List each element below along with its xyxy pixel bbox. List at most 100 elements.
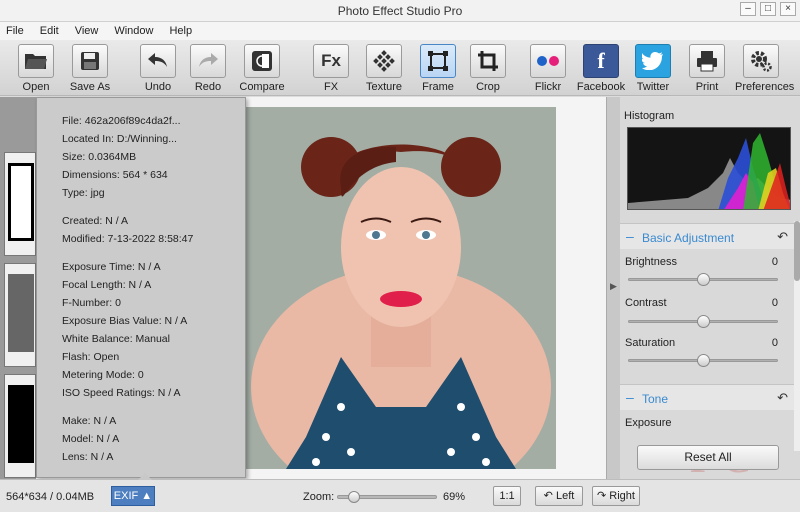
- tone-title: Tone: [642, 392, 669, 406]
- collapse-minus-icon[interactable]: –: [626, 389, 634, 405]
- exif-f-number: F-Number: 0: [62, 297, 121, 309]
- fx-icon: Fx: [321, 51, 341, 70]
- thumbnail[interactable]: [4, 152, 36, 256]
- portrait-image: [246, 107, 556, 469]
- exif-model: Model: N / A: [62, 433, 120, 445]
- redo-button[interactable]: Redo: [182, 44, 234, 93]
- window-controls: – □ ×: [740, 2, 796, 16]
- printer-icon: [697, 51, 717, 72]
- preferences-button[interactable]: Preferences: [735, 44, 794, 93]
- menu-edit[interactable]: Edit: [40, 25, 59, 37]
- exif-created: Created: N / A: [62, 215, 128, 227]
- menu-file[interactable]: File: [6, 25, 24, 37]
- texture-button[interactable]: Texture: [358, 44, 410, 93]
- rotate-left-button[interactable]: ↶ Left: [535, 486, 583, 506]
- exif-flash: Flash: Open: [62, 351, 120, 363]
- toolbar: Open Save As Undo Redo Compare Fx FX Tex…: [0, 40, 800, 96]
- exif-popup: File: 462a206f89c4da2f... Located In: D:…: [36, 97, 246, 478]
- window-title: Photo Effect Studio Pro: [337, 4, 463, 18]
- exif-file: File: 462a206f89c4da2f...: [62, 115, 181, 127]
- title-bar: Photo Effect Studio Pro – □ ×: [0, 0, 800, 22]
- folder-icon: [25, 54, 47, 69]
- actual-size-button[interactable]: 1:1: [493, 486, 521, 506]
- zoom-slider-knob[interactable]: [348, 491, 360, 503]
- slider-knob[interactable]: [697, 315, 710, 328]
- exif-white-balance: White Balance: Manual: [62, 333, 170, 345]
- fx-button[interactable]: Fx FX: [305, 44, 357, 93]
- rotate-left-icon: ↶: [543, 490, 556, 502]
- minimize-button[interactable]: –: [740, 2, 756, 16]
- exif-location: Located In: D:/Winning...: [62, 133, 177, 145]
- flickr-button[interactable]: Flickr: [522, 44, 574, 93]
- exif-exposure-time: Exposure Time: N / A: [62, 261, 161, 273]
- reset-icon[interactable]: ↶: [777, 390, 788, 406]
- basic-adjustment-title: Basic Adjustment: [642, 231, 735, 245]
- saturation-label: Saturation: [625, 337, 676, 349]
- exif-button[interactable]: EXIF ▲: [111, 486, 155, 506]
- exif-size: Size: 0.0364MB: [62, 151, 137, 163]
- twitter-icon: [642, 52, 663, 70]
- frame-icon: [428, 51, 448, 71]
- contrast-slider[interactable]: [628, 315, 778, 328]
- exif-iso: ISO Speed Ratings: N / A: [62, 387, 181, 399]
- maximize-button[interactable]: □: [760, 2, 776, 16]
- frame-button[interactable]: Frame: [412, 44, 464, 93]
- menu-window[interactable]: Window: [114, 25, 153, 37]
- collapse-minus-icon[interactable]: –: [626, 228, 634, 244]
- exif-metering-mode: Metering Mode: 0: [62, 369, 144, 381]
- save-as-button[interactable]: Save As: [64, 44, 116, 93]
- twitter-button[interactable]: Twitter: [627, 44, 679, 93]
- redo-arrow-icon: [199, 53, 218, 67]
- zoom-slider[interactable]: [337, 491, 437, 503]
- thumbnail-strip: [0, 97, 36, 479]
- arrow-right-icon: ▶: [610, 281, 617, 291]
- saturation-slider[interactable]: [628, 354, 778, 367]
- open-button[interactable]: Open: [10, 44, 62, 93]
- panel-scrollbar[interactable]: [794, 221, 800, 451]
- reset-icon[interactable]: ↶: [777, 229, 788, 245]
- exif-type: Type: jpg: [62, 187, 105, 199]
- exif-focal-length: Focal Length: N / A: [62, 279, 152, 291]
- adjustment-panel: Histogram – Basic Adjustment ↶ Brightnes…: [620, 97, 800, 479]
- exif-make: Make: N / A: [62, 415, 117, 427]
- tone-header[interactable]: – Tone ↶: [620, 384, 800, 410]
- scrollbar-thumb[interactable]: [794, 221, 800, 281]
- crop-button[interactable]: Crop: [462, 44, 514, 93]
- facebook-icon: f: [597, 48, 605, 73]
- menu-view[interactable]: View: [75, 25, 99, 37]
- exif-modified: Modified: 7-13-2022 8:58:47: [62, 233, 194, 245]
- exif-dimensions: Dimensions: 564 * 634: [62, 169, 168, 181]
- brightness-slider[interactable]: [628, 273, 778, 286]
- slider-knob[interactable]: [697, 273, 710, 286]
- rotate-right-button[interactable]: ↷ Right: [592, 486, 640, 506]
- compare-button[interactable]: Compare: [236, 44, 288, 93]
- exif-lens: Lens: N / A: [62, 451, 114, 463]
- brightness-value: 0: [771, 256, 778, 268]
- thumbnail[interactable]: [4, 374, 36, 478]
- flickr-icon: [537, 56, 559, 66]
- contrast-value: 0: [771, 297, 778, 309]
- exif-exposure-bias: Exposure Bias Value: N / A: [62, 315, 188, 327]
- print-button[interactable]: Print: [681, 44, 733, 93]
- basic-adjustment-header[interactable]: – Basic Adjustment ↶: [620, 223, 800, 249]
- undo-arrow-icon: [148, 53, 167, 67]
- histogram: [627, 127, 791, 210]
- undo-button[interactable]: Undo: [132, 44, 184, 93]
- slider-knob[interactable]: [697, 354, 710, 367]
- image-size-info: 564*634 / 0.04MB: [6, 491, 95, 503]
- menu-bar: File Edit View Window Help: [0, 22, 800, 40]
- menu-help[interactable]: Help: [169, 25, 192, 37]
- contrast-label: Contrast: [625, 297, 667, 309]
- texture-icon: [373, 50, 395, 72]
- thumbnail[interactable]: [4, 263, 36, 367]
- reset-all-button[interactable]: Reset All: [637, 445, 779, 470]
- portrait-photo: [246, 107, 556, 469]
- facebook-button[interactable]: f Facebook: [575, 44, 627, 93]
- panel-collapse-toggle[interactable]: ▶: [606, 97, 620, 479]
- exposure-label: Exposure: [625, 417, 672, 429]
- floppy-disk-icon: [81, 52, 99, 70]
- histogram-title: Histogram: [624, 110, 675, 122]
- popup-pointer: [138, 473, 152, 480]
- zoom-label: Zoom:: [303, 491, 335, 503]
- close-button[interactable]: ×: [780, 2, 796, 16]
